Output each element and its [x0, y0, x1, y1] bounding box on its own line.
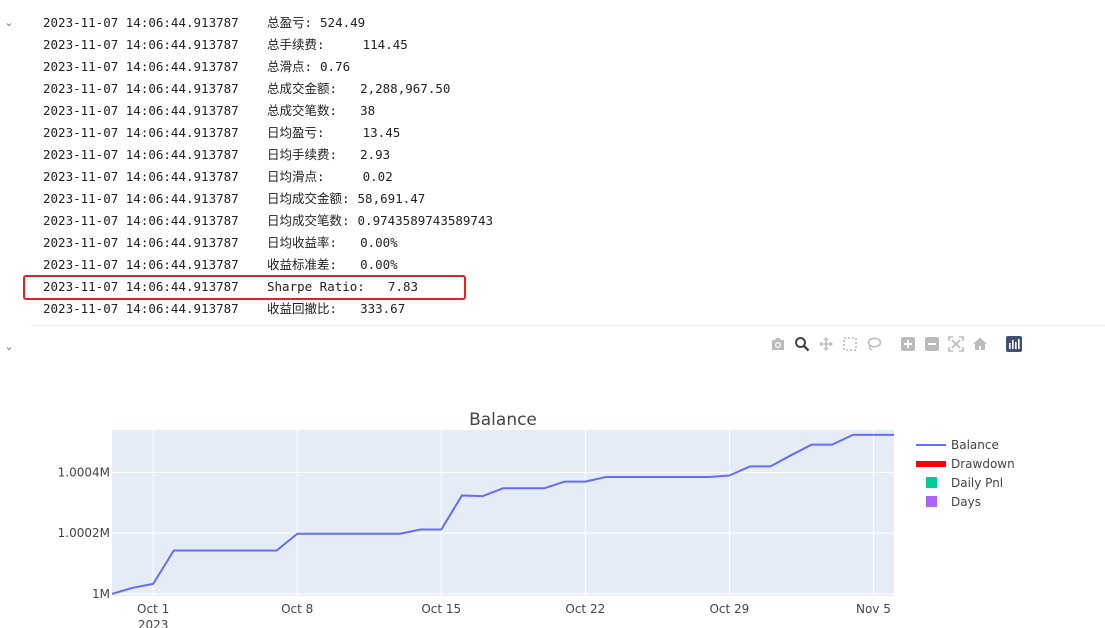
output-collapse-toggle[interactable]: ⌄ — [2, 16, 16, 30]
log-timestamp: 2023-11-07 14:06:44.913787 — [43, 37, 239, 52]
log-label: 日均收益率: — [267, 235, 338, 250]
log-value: 38 — [345, 103, 376, 118]
zoom-out-icon[interactable] — [922, 335, 942, 353]
log-label: 日均成交金额: — [267, 191, 350, 206]
log-label: 收益标准差: — [267, 257, 338, 272]
log-timestamp: 2023-11-07 14:06:44.913787 — [43, 81, 239, 96]
log-value: 524.49 — [320, 15, 366, 30]
log-timestamp: 2023-11-07 14:06:44.913787 — [43, 103, 239, 118]
x-tick-label: Oct 15 — [421, 602, 461, 616]
log-line: 2023-11-07 14:06:44.913787 日均滑点: 0.02 — [43, 166, 493, 188]
lasso-select-icon[interactable] — [864, 335, 884, 353]
log-value: 13.45 — [332, 125, 401, 140]
log-value: 58,691.47 — [357, 191, 426, 206]
legend-swatch-daily-pnl — [926, 477, 937, 488]
x-tick-label: Oct 8 — [281, 602, 313, 616]
log-value: 2.93 — [345, 147, 391, 162]
log-timestamp: 2023-11-07 14:06:44.913787 — [43, 191, 239, 206]
log-line: 2023-11-07 14:06:44.913787 总成交金额: 2,288,9… — [43, 78, 493, 100]
log-timestamp: 2023-11-07 14:06:44.913787 — [43, 169, 239, 184]
plotly-modebar — [768, 334, 1028, 354]
log-line: 2023-11-07 14:06:44.913787 总手续费: 114.45 — [43, 34, 493, 56]
log-line: 2023-11-07 14:06:44.913787 日均收益率: 0.00% — [43, 232, 493, 254]
cell-divider — [30, 325, 1105, 326]
log-timestamp: 2023-11-07 14:06:44.913787 — [43, 235, 239, 250]
log-timestamp: 2023-11-07 14:06:44.913787 — [43, 147, 239, 162]
plotly-logo-icon[interactable] — [1004, 335, 1024, 353]
log-label: 总手续费: — [267, 37, 325, 52]
x-tick-label: Oct 29 — [709, 602, 749, 616]
x-tick-label: Oct 22 — [565, 602, 605, 616]
y-tick-label: 1.0004M — [58, 465, 110, 479]
log-line: 2023-11-07 14:06:44.913787 日均成交笔数: 0.97435… — [43, 210, 493, 232]
log-timestamp: 2023-11-07 14:06:44.913787 — [43, 59, 239, 74]
pan-icon[interactable] — [816, 335, 836, 353]
y-tick-label: 1.0002M — [58, 526, 110, 540]
log-value: 0.00% — [345, 235, 398, 250]
box-select-icon[interactable] — [840, 335, 860, 353]
log-label: 收益回撤比: — [267, 301, 338, 316]
reset-axes-icon[interactable] — [970, 335, 990, 353]
log-label: 日均成交笔数: — [267, 213, 350, 228]
legend-item-label: Days — [951, 495, 981, 509]
log-value: 0.76 — [320, 59, 351, 74]
sharpe-ratio-highlight — [23, 275, 466, 300]
log-line: 2023-11-07 14:06:44.913787 日均盈亏: 13.45 — [43, 122, 493, 144]
legend-item-label: Balance — [951, 438, 999, 452]
log-timestamp: 2023-11-07 14:06:44.913787 — [43, 125, 239, 140]
log-label: 日均滑点: — [267, 169, 325, 184]
log-line: 2023-11-07 14:06:44.913787 日均手续费: 2.93 — [43, 144, 493, 166]
log-timestamp: 2023-11-07 14:06:44.913787 — [43, 15, 239, 30]
x-tick-label: Nov 5 — [856, 602, 891, 616]
legend-item-label: Daily Pnl — [951, 476, 1003, 490]
x-tick-label: Oct 1 — [137, 602, 169, 616]
zoom-icon[interactable] — [792, 335, 812, 353]
plot-background — [112, 430, 894, 596]
legend-swatch-days — [926, 496, 937, 507]
x-tick-year-label: 2023 — [138, 618, 169, 628]
log-line: 2023-11-07 14:06:44.913787 总盈亏: 524.49 — [43, 12, 493, 34]
log-value: 2,288,967.50 — [345, 81, 451, 96]
log-label: 日均盈亏: — [267, 125, 325, 140]
y-tick-label: 1M — [92, 587, 110, 601]
autoscale-icon[interactable] — [946, 335, 966, 353]
log-line: 2023-11-07 14:06:44.913787 总滑点: 0.76 — [43, 56, 493, 78]
chart-collapse-toggle[interactable]: ⌄ — [2, 340, 16, 354]
log-value: 0.02 — [332, 169, 393, 184]
log-value: 114.45 — [332, 37, 408, 52]
log-value: 0.00% — [345, 257, 398, 272]
log-label: 总成交笔数: — [267, 103, 338, 118]
log-label: 总盈亏: — [267, 15, 313, 30]
log-value: 0.9743589743589743 — [357, 213, 493, 228]
camera-icon[interactable] — [768, 335, 788, 353]
log-timestamp: 2023-11-07 14:06:44.913787 — [43, 301, 239, 316]
log-timestamp: 2023-11-07 14:06:44.913787 — [43, 213, 239, 228]
log-line: 2023-11-07 14:06:44.913787 日均成交金额: 58,691.… — [43, 188, 493, 210]
log-line: 2023-11-07 14:06:44.913787 收益回撤比: 333.67 — [43, 298, 493, 320]
log-label: 总成交金额: — [267, 81, 338, 96]
balance-chart[interactable]: Balance 1M 1.0002M 1.0004M Oct 1 Oct 8 Oct 15 O… — [0, 395, 1105, 628]
log-value: 333.67 — [345, 301, 406, 316]
log-line: 2023-11-07 14:06:44.913787 总成交笔数: 38 — [43, 100, 493, 122]
log-label: 总滑点: — [267, 59, 313, 74]
log-timestamp: 2023-11-07 14:06:44.913787 — [43, 257, 239, 272]
zoom-in-icon[interactable] — [898, 335, 918, 353]
log-line: 2023-11-07 14:06:44.913787 收益标准差: 0.00% — [43, 254, 493, 276]
log-label: 日均手续费: — [267, 147, 338, 162]
log-output: 2023-11-07 14:06:44.913787 总盈亏: 524.49 2023… — [43, 12, 493, 320]
chart-title: Balance — [469, 410, 537, 430]
legend-swatch-drawdown — [916, 461, 946, 467]
legend-item-label: Drawdown — [951, 457, 1015, 471]
